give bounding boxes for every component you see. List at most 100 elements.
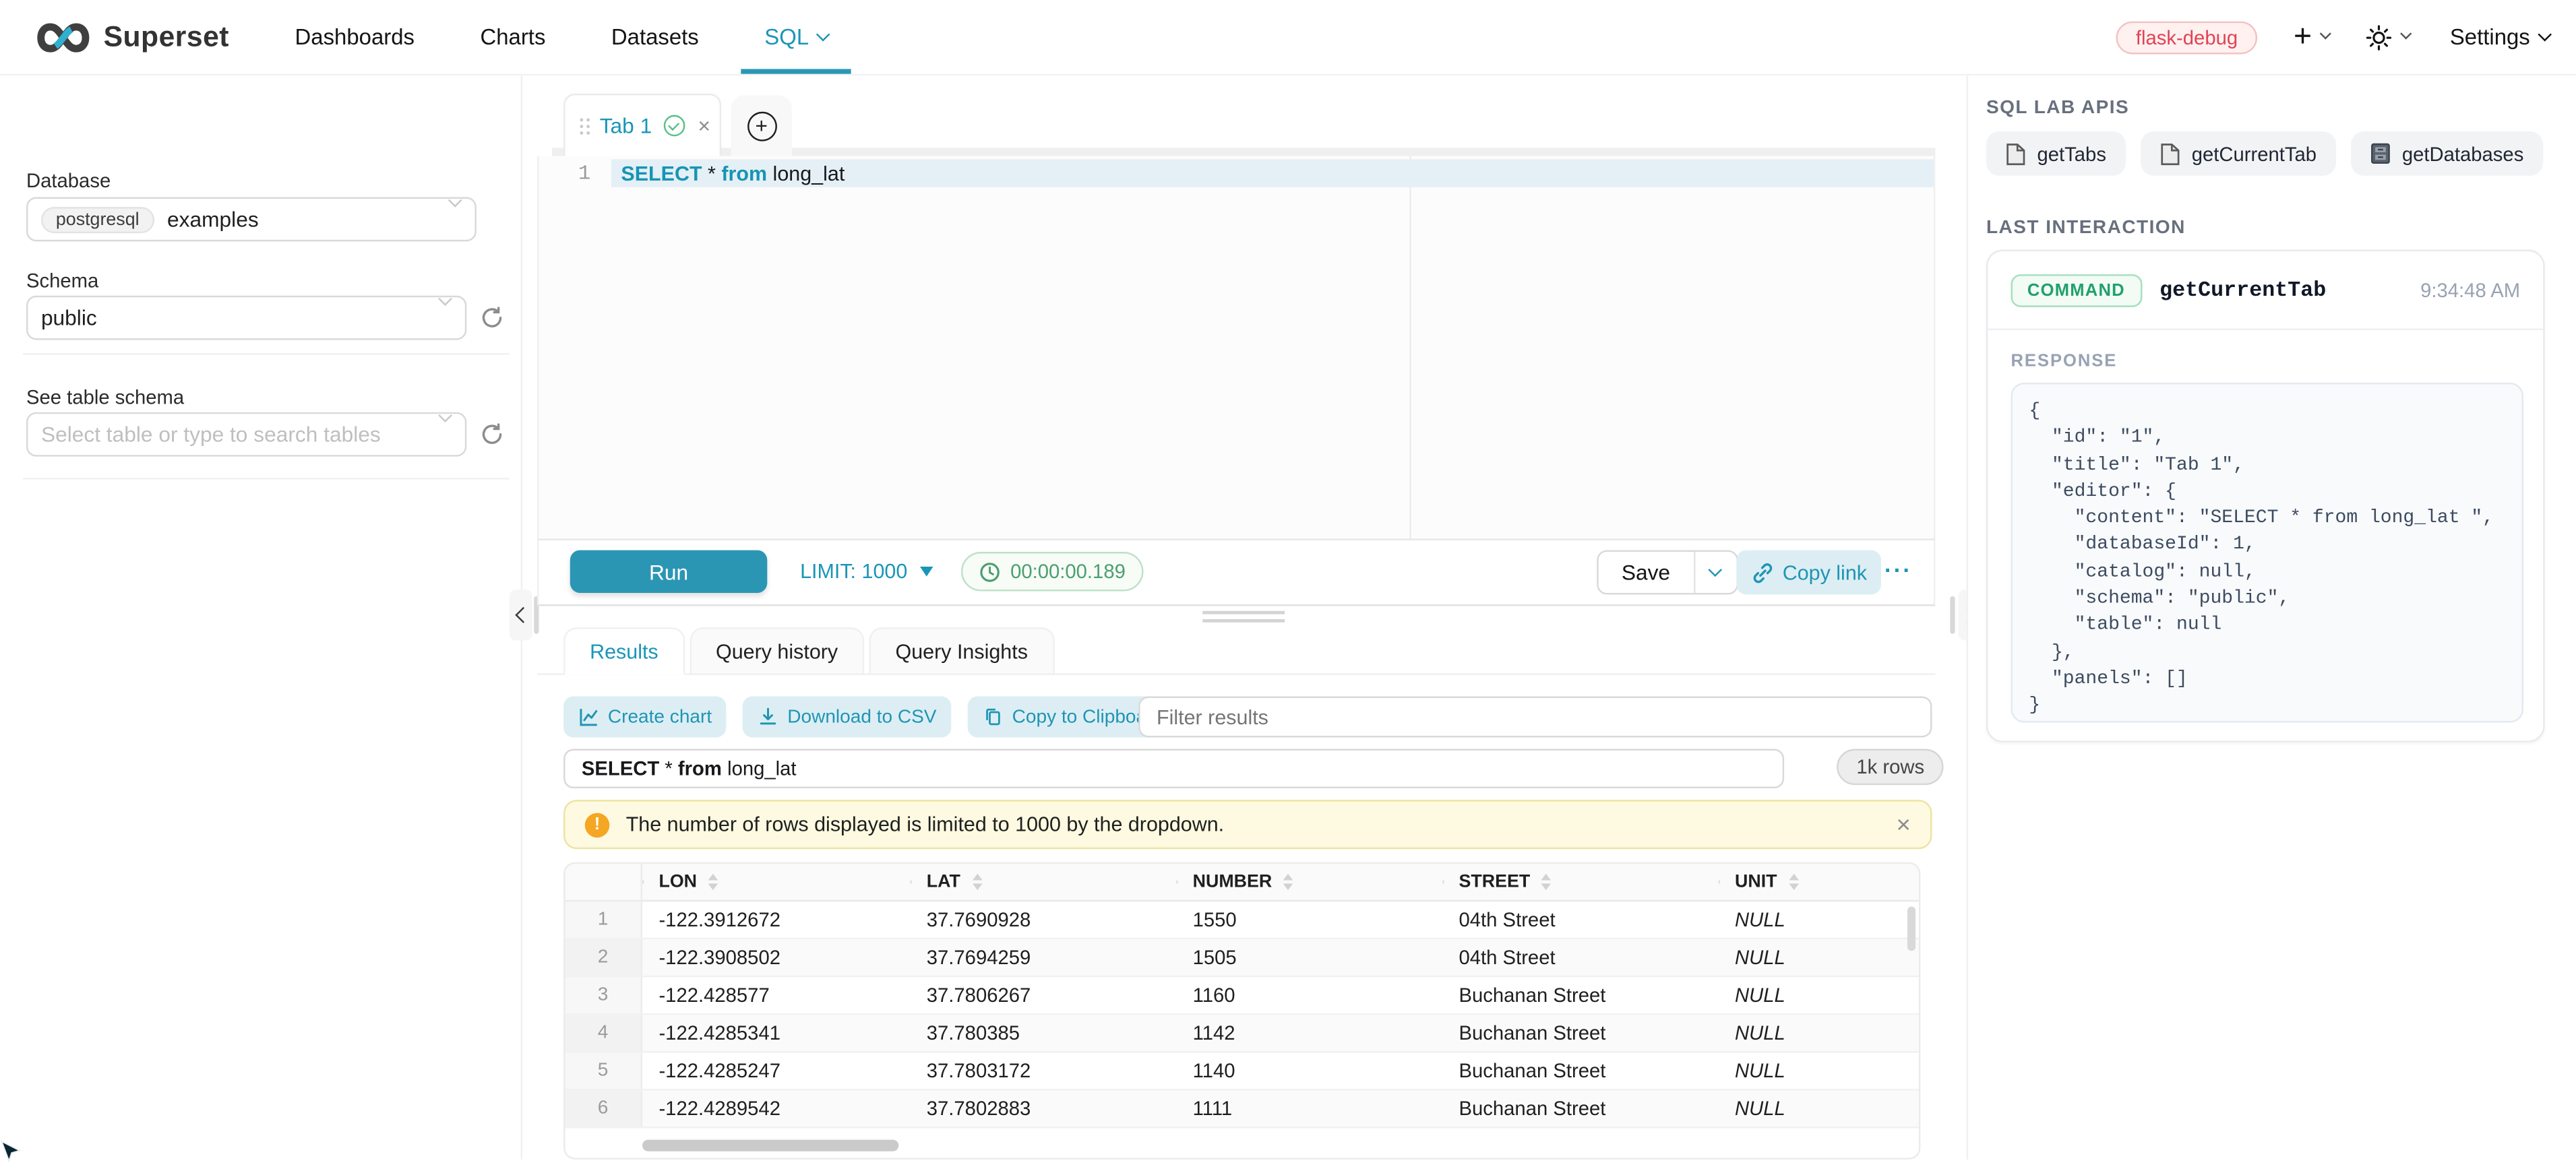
table-select[interactable]: Select table or type to search tables — [26, 412, 466, 457]
save-dropdown-button[interactable] — [1693, 552, 1736, 593]
panel-splitter-handle[interactable] — [1202, 611, 1285, 625]
save-button[interactable]: Save — [1599, 552, 1693, 593]
nav-item-charts[interactable]: Charts — [480, 0, 545, 74]
download-csv-button[interactable]: Download to CSV — [743, 697, 951, 738]
row-number-header — [565, 864, 643, 900]
nav-item-dashboards[interactable]: Dashboards — [295, 0, 415, 74]
column-header-unit[interactable]: UNIT — [1719, 872, 1919, 891]
sidebar-divider — [23, 478, 510, 479]
superset-logo-icon[interactable] — [36, 19, 90, 55]
sort-icon[interactable] — [1541, 874, 1552, 889]
database-label: Database — [26, 169, 111, 192]
sql-code-editor[interactable]: 1 SELECT * from long_lat — [537, 156, 1935, 539]
interaction-card: COMMAND getCurrentTab 9:34:48 AM RESPONS… — [1986, 250, 2545, 742]
copy-icon — [983, 706, 1004, 728]
sidebar: Database postgresql examples Schema publ… — [0, 75, 522, 1160]
tab-query-1[interactable]: Tab 1 × — [563, 94, 721, 156]
sun-icon — [2366, 24, 2393, 50]
more-options-button[interactable]: ··· — [1884, 557, 1912, 583]
mouse-cursor — [0, 1140, 23, 1171]
table-row[interactable]: 4 -122.4285341 37.780385 1142 Buchanan S… — [565, 1015, 1920, 1052]
close-alert-icon[interactable]: × — [1896, 811, 1910, 838]
row-limit-alert: ! The number of rows displayed is limite… — [563, 800, 1932, 849]
column-header-lon[interactable]: LON — [642, 872, 910, 891]
get-tabs-button[interactable]: getTabs — [1986, 131, 2126, 176]
filter-results-input[interactable] — [1138, 697, 1932, 738]
column-header-lat[interactable]: LAT — [910, 872, 1176, 891]
brand-name[interactable]: Superset — [104, 20, 229, 54]
download-icon — [758, 706, 779, 728]
run-query-button[interactable]: Run — [570, 550, 768, 593]
query-timer-badge: 00:00:00.189 — [961, 552, 1144, 592]
command-name: getCurrentTab — [2159, 278, 2326, 303]
executed-sql-preview: SELECT * from long_lat — [563, 749, 1784, 789]
table-row[interactable]: 6 -122.4289542 37.7802883 1111 Buchanan … — [565, 1091, 1920, 1129]
warning-icon: ! — [585, 812, 610, 837]
collapse-sidebar-button[interactable] — [510, 590, 532, 641]
chevron-down-icon — [2401, 28, 2412, 39]
get-tabs-label: getTabs — [2037, 142, 2106, 165]
get-current-tab-button[interactable]: getCurrentTab — [2141, 131, 2336, 176]
copy-link-button[interactable]: Copy link — [1736, 550, 1882, 595]
plus-icon: + — [2294, 19, 2312, 55]
response-label: RESPONSE — [2011, 352, 2118, 371]
sort-icon[interactable] — [708, 874, 718, 889]
interaction-card-header: COMMAND getCurrentTab 9:34:48 AM — [1988, 251, 2543, 330]
copy-link-label: Copy link — [1783, 561, 1867, 583]
vertical-scrollbar-thumb[interactable] — [1907, 907, 1915, 951]
refresh-tables-icon[interactable] — [480, 422, 505, 447]
nav-item-datasets[interactable]: Datasets — [611, 0, 699, 74]
horizontal-scrollbar-thumb[interactable] — [642, 1140, 898, 1151]
results-tab-bar: Results Query history Query Insights — [563, 627, 1059, 675]
check-circle-icon — [663, 115, 685, 137]
refresh-schema-icon[interactable] — [480, 305, 505, 330]
clock-icon — [979, 561, 1001, 582]
close-tab-icon[interactable]: × — [698, 113, 710, 138]
top-nav: Superset Dashboards Charts Datasets SQL … — [0, 0, 2576, 75]
database-select[interactable]: postgresql examples — [26, 197, 477, 242]
nav-item-sql[interactable]: SQL — [764, 0, 828, 74]
drag-handle-icon[interactable] — [580, 117, 583, 121]
environment-badge: flask-debug — [2116, 20, 2258, 53]
tab-query-history[interactable]: Query history — [689, 627, 864, 675]
settings-menu[interactable]: Settings — [2450, 0, 2550, 74]
interaction-timestamp: 9:34:48 AM — [2420, 278, 2520, 301]
column-header-street[interactable]: STREET — [1442, 872, 1719, 891]
create-chart-button[interactable]: Create chart — [563, 697, 727, 738]
database-engine-tag: postgresql — [41, 206, 154, 232]
add-tab-card: + — [731, 95, 792, 156]
limit-dropdown[interactable]: LIMIT: 1000 — [800, 560, 933, 583]
table-row[interactable]: 3 -122.428577 37.7806267 1160 Buchanan S… — [565, 977, 1920, 1015]
schema-select[interactable]: public — [26, 296, 466, 340]
get-databases-button[interactable]: getDatabases — [2351, 131, 2543, 176]
table-row[interactable]: 5 -122.4285247 37.7803172 1140 Buchanan … — [565, 1052, 1920, 1090]
chevron-down-icon — [448, 193, 462, 208]
add-tab-button[interactable]: + — [747, 111, 776, 141]
tab-title: Tab 1 — [600, 113, 652, 138]
sidebar-divider — [23, 353, 510, 354]
chevron-left-icon — [515, 607, 531, 623]
chart-icon — [578, 706, 600, 728]
api-buttons-row: getTabs getCurrentTab getDatabases — [1986, 131, 2544, 176]
alert-text: The number of rows displayed is limited … — [626, 813, 1224, 836]
print-margin-line — [1409, 156, 1411, 539]
table-schema-label: See table schema — [26, 386, 184, 409]
theme-toggle-button[interactable] — [2366, 24, 2411, 50]
sort-icon[interactable] — [1283, 874, 1293, 889]
right-panel-drag-handle[interactable] — [1950, 596, 1955, 634]
link-icon — [1751, 561, 1774, 583]
sort-icon[interactable] — [972, 874, 982, 889]
table-row[interactable]: 1 -122.3912672 37.7690928 1550 04th Stre… — [565, 901, 1920, 939]
caret-down-icon — [921, 567, 934, 577]
table-row[interactable]: 2 -122.3908502 37.7694259 1505 04th Stre… — [565, 939, 1920, 977]
tab-results[interactable]: Results — [563, 627, 685, 675]
chevron-down-icon — [1709, 562, 1723, 576]
tab-query-insights[interactable]: Query Insights — [869, 627, 1054, 675]
save-split-button: Save — [1597, 550, 1738, 595]
chevron-down-icon — [2320, 28, 2331, 39]
sort-icon[interactable] — [1789, 874, 1799, 889]
last-interaction-title: LAST INTERACTION — [1986, 218, 2186, 238]
column-header-number[interactable]: NUMBER — [1176, 872, 1442, 891]
new-item-button[interactable]: + — [2294, 19, 2330, 55]
database-value: examples — [167, 207, 259, 232]
